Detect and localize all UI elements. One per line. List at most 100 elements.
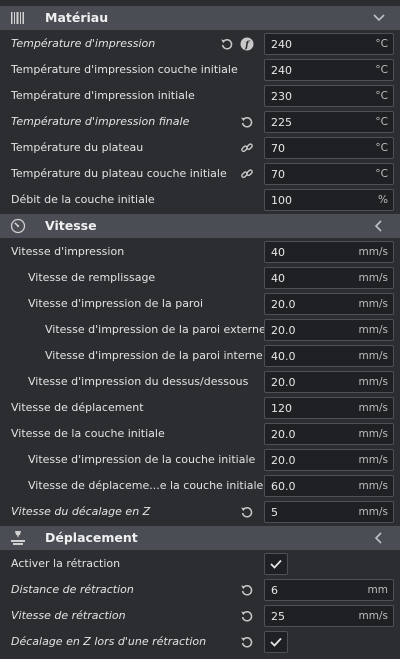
setting-row-print-temp: Température d'impression f 240 °C (0, 31, 400, 57)
field-unit: °C (375, 142, 388, 154)
reset-icon[interactable] (240, 505, 254, 519)
section-title-deplacement: Déplacement (45, 530, 138, 545)
field-unit: °C (375, 168, 388, 180)
section-header-materiau[interactable]: Matériau (0, 6, 400, 30)
setting-label: Vitesse d'impression (11, 245, 125, 258)
field-value: 60.0 (271, 480, 296, 493)
chevron-left-icon[interactable] (372, 219, 386, 233)
wall-speed-input[interactable]: 20.0 mm/s (264, 293, 394, 315)
checkmark-icon (270, 637, 282, 647)
field-unit: mm/s (358, 246, 388, 258)
setting-row-retraction-distance: Distance de rétraction 6 mm (0, 577, 400, 603)
section-header-deplacement[interactable]: Déplacement (0, 526, 400, 550)
field-unit: °C (375, 116, 388, 128)
field-unit: mm/s (358, 350, 388, 362)
field-value: 25 (271, 610, 285, 623)
bed-temp-input[interactable]: 70 °C (264, 137, 394, 159)
print-speed-input[interactable]: 40 mm/s (264, 241, 394, 263)
setting-label: Vitesse d'impression de la paroi (28, 297, 204, 310)
field-value: 20.0 (271, 324, 296, 337)
z-hop-speed-input[interactable]: 5 mm/s (264, 501, 394, 523)
field-value: 120 (271, 402, 292, 415)
setting-row-print-temp-initial: Température d'impression initiale 230 °C (0, 83, 400, 109)
section-title-materiau: Matériau (45, 10, 109, 25)
setting-label: Température d'impression initiale (11, 89, 195, 102)
setting-row-infill-speed: Vitesse de remplissage 40 mm/s (0, 265, 400, 291)
section-header-vitesse[interactable]: Vitesse (0, 214, 400, 238)
setting-label: Activer la rétraction (11, 557, 121, 570)
setting-row-retraction-enable: Activer la rétraction (0, 551, 400, 577)
chevron-left-icon[interactable] (372, 531, 386, 545)
travel-icon (11, 531, 25, 545)
reset-icon[interactable] (240, 635, 254, 649)
bed-temp-initial-layer-input[interactable]: 70 °C (264, 163, 394, 185)
field-value: 20.0 (271, 454, 296, 467)
setting-label: Vitesse d'impression de la paroi interne (45, 349, 263, 362)
setting-row-print-temp-final: Température d'impression finale 225 °C (0, 109, 400, 135)
setting-label: Température d'impression couche initiale (11, 63, 238, 76)
setting-row-initial-layer-travel-speed: Vitesse de déplaceme...e la couche initi… (0, 473, 400, 499)
setting-label: Vitesse d'impression de la paroi externe (45, 323, 266, 336)
print-temp-initial-layer-input[interactable]: 240 °C (264, 59, 394, 81)
field-value: 5 (271, 506, 278, 519)
link-icon[interactable] (240, 167, 254, 181)
initial-layer-travel-speed-input[interactable]: 60.0 mm/s (264, 475, 394, 497)
retraction-speed-input[interactable]: 25 mm/s (264, 605, 394, 627)
setting-label: Décalage en Z lors d'une rétraction (11, 635, 207, 648)
setting-label: Température d'impression finale (11, 115, 190, 128)
field-unit: mm/s (358, 298, 388, 310)
initial-layer-speed-input[interactable]: 20.0 mm/s (264, 423, 394, 445)
wall-inner-speed-input[interactable]: 40.0 mm/s (264, 345, 394, 367)
section-title-vitesse: Vitesse (45, 218, 97, 233)
field-unit: mm/s (358, 324, 388, 336)
field-unit: mm (367, 584, 388, 596)
field-value: 20.0 (271, 376, 296, 389)
field-value: 70 (271, 142, 285, 155)
function-icon[interactable]: f (240, 37, 254, 51)
wall-outer-speed-input[interactable]: 20.0 mm/s (264, 319, 394, 341)
topbottom-speed-input[interactable]: 20.0 mm/s (264, 371, 394, 393)
field-value: 100 (271, 194, 292, 207)
field-unit: mm/s (358, 480, 388, 492)
field-value: 40 (271, 272, 285, 285)
setting-row-print-temp-initial-layer: Température d'impression couche initiale… (0, 57, 400, 83)
setting-row-z-hop-speed: Vitesse du décalage en Z 5 mm/s (0, 499, 400, 525)
setting-label: Distance de rétraction (11, 583, 134, 596)
retraction-distance-input[interactable]: 6 mm (264, 579, 394, 601)
field-value: 6 (271, 584, 278, 597)
retraction-enable-checkbox[interactable] (264, 553, 288, 575)
setting-label: Vitesse d'impression de la couche initia… (28, 453, 256, 466)
field-value: 240 (271, 38, 292, 51)
print-temp-initial-input[interactable]: 230 °C (264, 85, 394, 107)
z-hop-when-retracted-checkbox[interactable] (264, 631, 288, 653)
field-unit: °C (375, 64, 388, 76)
field-unit: mm/s (358, 610, 388, 622)
field-unit: mm/s (358, 428, 388, 440)
setting-row-wall-outer-speed: Vitesse d'impression de la paroi externe… (0, 317, 400, 343)
setting-row-wall-speed: Vitesse d'impression de la paroi 20.0 mm… (0, 291, 400, 317)
initial-layer-print-speed-input[interactable]: 20.0 mm/s (264, 449, 394, 471)
field-unit: mm/s (358, 376, 388, 388)
reset-icon[interactable] (240, 583, 254, 597)
reset-icon[interactable] (240, 115, 254, 129)
setting-row-wall-inner-speed: Vitesse d'impression de la paroi interne… (0, 343, 400, 369)
print-temp-final-input[interactable]: 225 °C (264, 111, 394, 133)
checkmark-icon (270, 559, 282, 569)
infill-speed-input[interactable]: 40 mm/s (264, 267, 394, 289)
setting-row-bed-temp: Température du plateau 70 °C (0, 135, 400, 161)
travel-speed-input[interactable]: 120 mm/s (264, 397, 394, 419)
field-value: 230 (271, 90, 292, 103)
setting-row-bed-temp-initial-layer: Température du plateau couche initiale 7… (0, 161, 400, 187)
chevron-down-icon[interactable] (372, 11, 386, 25)
speedometer-icon (10, 218, 26, 234)
field-value: 225 (271, 116, 292, 129)
setting-label: Température du plateau couche initiale (11, 167, 227, 180)
reset-icon[interactable] (220, 37, 234, 51)
reset-icon[interactable] (240, 609, 254, 623)
field-unit: mm/s (358, 402, 388, 414)
print-temp-input[interactable]: 240 °C (264, 33, 394, 55)
field-unit: % (378, 194, 388, 206)
field-unit: °C (375, 90, 388, 102)
flow-initial-layer-input[interactable]: 100 % (264, 189, 394, 211)
link-icon[interactable] (240, 141, 254, 155)
